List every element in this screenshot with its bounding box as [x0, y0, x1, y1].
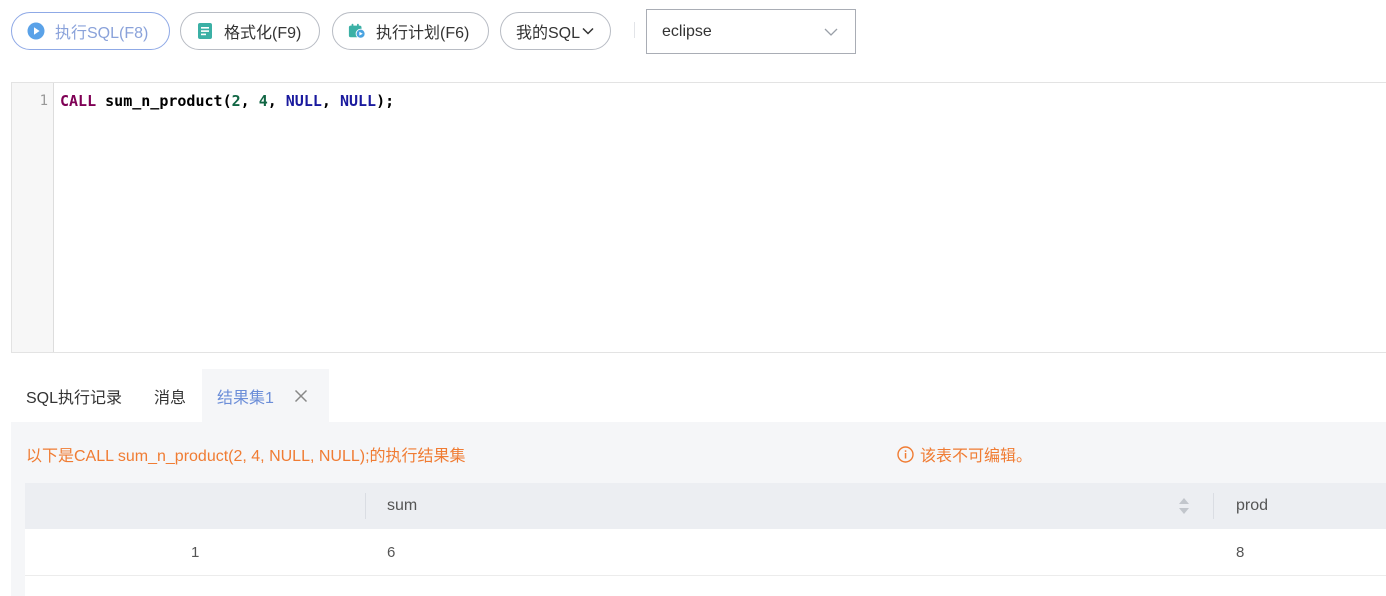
row-index-cell: 1 [191, 543, 200, 561]
tab-sql-history[interactable]: SQL执行记录 [26, 369, 122, 422]
execution-plan-label: 执行计划(F6) [376, 25, 470, 42]
chevron-down-icon [582, 26, 594, 36]
tab-label: 消息 [154, 389, 187, 407]
procedure-name: sum_n_product [105, 92, 223, 110]
column-header-sum[interactable]: sum [387, 483, 417, 529]
code-line[interactable]: CALL sum_n_product(2, 4, NULL, NULL); [60, 92, 394, 110]
tab-messages[interactable]: 消息 [154, 369, 186, 422]
separator: , [321, 92, 340, 110]
separator: , [267, 92, 286, 110]
sql-keyword: CALL [60, 92, 97, 110]
tab-result-set-1[interactable]: 结果集1 [202, 369, 329, 422]
toolbar: 执行SQL(F8) 格式化(F9) 执行计划(F6) 我的SQL eclipse [0, 0, 1386, 64]
table-row[interactable]: 1 6 8 [25, 529, 1386, 576]
column-header-index [25, 483, 365, 529]
sort-icon[interactable] [1177, 496, 1191, 521]
column-divider [1213, 493, 1214, 519]
run-sql-label: 执行SQL(F8) [55, 25, 149, 42]
column-header-prod[interactable]: prod [1236, 483, 1268, 529]
readonly-notice-text: 该表不可编辑。 [920, 448, 1033, 465]
chevron-down-icon [823, 24, 839, 45]
line-number-gutter: 1 [12, 83, 54, 352]
format-button[interactable]: 格式化(F9) [180, 12, 320, 50]
separator: , [240, 92, 259, 110]
execution-plan-button[interactable]: 执行计划(F6) [332, 12, 489, 50]
sum-cell[interactable]: 6 [387, 529, 395, 575]
argument-null: NULL [339, 92, 377, 110]
calendar-play-icon [348, 22, 366, 40]
argument-number: 2 [231, 92, 241, 110]
sql-editor[interactable]: 1 CALL sum_n_product(2, 4, NULL, NULL); [11, 82, 1386, 353]
tab-label: 结果集1 [217, 389, 274, 407]
database-select[interactable]: eclipse [646, 9, 856, 54]
close-icon[interactable] [294, 389, 308, 403]
table-header: sum prod [25, 483, 1386, 529]
toolbar-divider [634, 22, 635, 38]
database-select-value: eclipse [662, 22, 712, 40]
my-sql-label: 我的SQL [516, 25, 581, 42]
result-panel: 以下是CALL sum_n_product(2, 4, NULL, NULL);… [11, 422, 1386, 596]
my-sql-dropdown[interactable]: 我的SQL [500, 12, 611, 50]
close-paren: ); [376, 92, 395, 110]
info-icon [897, 445, 914, 463]
tab-label: SQL执行记录 [26, 389, 123, 407]
line-number: 1 [39, 93, 48, 109]
readonly-notice: 该表不可编辑。 [897, 442, 1032, 466]
prod-cell[interactable]: 8 [1236, 529, 1244, 575]
result-table: sum prod 1 6 8 [25, 483, 1386, 596]
open-paren: ( [222, 92, 232, 110]
play-icon [27, 22, 45, 40]
document-icon [196, 22, 214, 40]
result-title: 以下是CALL sum_n_product(2, 4, NULL, NULL);… [26, 448, 466, 465]
run-sql-button[interactable]: 执行SQL(F8) [11, 12, 170, 50]
argument-number: 4 [258, 92, 268, 110]
format-label: 格式化(F9) [224, 25, 302, 42]
column-divider [365, 493, 366, 519]
argument-null: NULL [285, 92, 322, 110]
